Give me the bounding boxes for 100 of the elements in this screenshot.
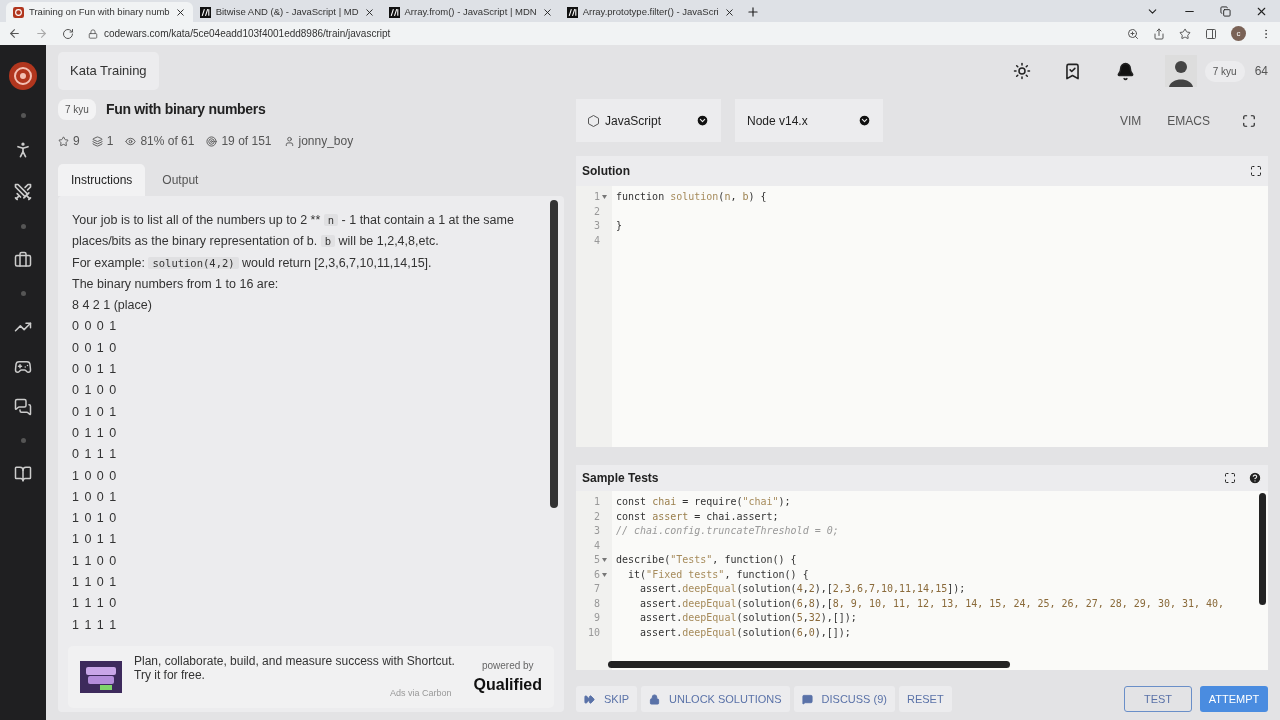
zoom-icon[interactable] [1127,27,1139,40]
code-line: const chai = require("chai"); [616,496,791,507]
instruction-text: 8 4 2 1 (place) [72,297,153,315]
binary-row-text: 1 1 1 1 [72,616,119,634]
logo-icon[interactable] [8,61,38,91]
close-icon[interactable] [723,6,735,18]
theme-icon[interactable] [1012,62,1031,80]
binary-row-text: 1 1 1 0 [72,595,119,613]
stat-value: 19 of 151 [221,133,272,150]
expand-icon[interactable] [1250,165,1262,177]
line-number: 5 [593,553,600,567]
reload-icon[interactable] [62,27,74,40]
version-select[interactable]: Node v14.x [735,99,883,142]
line-number: 1 [593,495,600,509]
binary-row-text: 0 1 0 0 [72,382,119,400]
close-icon[interactable] [174,6,186,18]
restore-icon[interactable] [1220,6,1231,17]
binary-row-text: 0 0 1 0 [72,339,119,357]
action-button[interactable]: DISCUSS (9) [793,686,895,712]
gamepad-icon[interactable] [14,358,32,376]
panel-tab[interactable]: Instructions [58,164,146,196]
address-bar[interactable]: codewars.com/kata/5ce04eadd103f4001edd8986/train/javascript [104,26,1113,41]
line-number: 8 [593,596,600,611]
help-icon[interactable] [1248,471,1262,485]
kata-title: Fun with binary numbers [105,100,266,119]
close-icon[interactable] [541,6,553,18]
code-line: assert.deepEqual(solution(4,2),[2,3,6,7,10,11,14,15]); [639,583,966,594]
scrollbar[interactable] [608,661,1010,668]
completed-icon [206,135,218,147]
close-icon[interactable] [363,6,375,18]
page-title: Kata Training [58,52,159,90]
ad-text: Plan, collaborate, build, and measure success with Shortcut. [134,654,456,668]
action-button[interactable]: SKIP [576,686,638,712]
author-icon [283,135,295,147]
browser-tab[interactable]: Bitwise AND (&) - JavaScript | MD [192,2,382,22]
line-number: 4 [593,538,600,553]
binary-row-text: 1 0 0 1 [72,488,119,506]
fold-caret-icon[interactable] [602,558,607,562]
chevron-down-icon[interactable] [696,114,709,127]
briefcase-icon[interactable] [14,251,32,269]
side-panel-icon[interactable] [1205,27,1217,40]
ad-banner[interactable]: Plan, collaborate, build, and measure success with Shortcut. Try it for free. Ads via Carbon powered by Qualified [68,646,554,708]
chat-icon[interactable] [14,398,32,416]
browser-tab[interactable]: Training on Fun with binary numb [6,2,193,22]
brand-logo: Qualified [473,674,542,695]
code-editor[interactable] [576,491,1268,670]
panel-title: Solution [582,163,630,180]
panel-title: Sample Tests [582,470,660,487]
book-icon[interactable] [14,465,32,483]
satisfaction-icon [125,135,137,147]
scrollbar[interactable] [1259,493,1266,605]
profile-avatar[interactable]: c [1231,26,1246,41]
tab-title: Bitwise AND (&) - JavaScript | MD [215,4,359,19]
avatar[interactable] [1164,55,1197,87]
keymap-button[interactable]: VIM [1113,111,1148,130]
fullscreen-icon[interactable] [1242,113,1256,128]
run-button[interactable]: TEST [1124,686,1192,712]
stat-value: 1 [106,133,114,150]
lock-icon[interactable] [88,28,98,39]
stat-value: jonny_boy [298,133,354,150]
line-number: 3 [593,219,600,233]
binary-row-text: 1 1 0 0 [72,552,119,570]
action-button[interactable]: RESET [898,686,952,712]
binary-row-text: 0 1 1 1 [72,446,119,464]
browser-tab[interactable]: Array.from() - JavaScript | MDN [381,2,560,22]
share-icon[interactable] [1153,27,1165,40]
tab-title: Training on Fun with binary numb [29,4,170,19]
action-button[interactable]: UNLOCK SOLUTIONS [641,686,790,712]
collections-icon [91,135,103,147]
close-window-icon[interactable] [1255,5,1268,18]
code-line: } [616,220,623,231]
code-line: describe("Tests", function() { [616,554,797,565]
star-icon[interactable] [1179,27,1191,40]
expand-icon[interactable] [1224,472,1236,484]
panel-tab[interactable]: Output [149,164,212,196]
fold-caret-icon[interactable] [602,572,607,577]
new-tab-icon[interactable] [745,5,760,19]
back-icon[interactable] [8,27,21,40]
browser-tab[interactable]: Array.prototype.filter() - JavaScri [559,2,742,22]
fold-caret-icon[interactable] [602,195,607,199]
codewars-logo-icon [13,6,24,18]
binary-row-text: 0 1 1 0 [72,424,119,442]
code-line: const assert = chai.assert; [616,510,779,522]
line-number: 7 [593,582,600,596]
line-number: 2 [593,509,600,524]
swords-icon[interactable] [13,182,33,202]
language-select[interactable]: JavaScript [576,99,721,142]
code-line: // chai.config.truncateThreshold = 0; [616,525,839,536]
binary-row-text: 1 0 1 1 [72,531,119,549]
code-editor[interactable]: 1 2 3 4 function solution(n, b) { } [576,186,1268,447]
stars-icon [58,135,69,147]
chevron-down-icon[interactable] [858,114,871,127]
keymap-button[interactable]: EMACS [1161,111,1216,130]
binary-row-text: 1 1 0 1 [72,574,119,592]
ad-link[interactable]: Try it for free. [134,668,462,682]
mdn-logo-icon [199,6,211,18]
bell-icon[interactable] [1115,61,1135,81]
scrollbar[interactable] [550,200,558,508]
stat-value: 9 [73,133,80,150]
hexagon-icon [588,114,599,127]
